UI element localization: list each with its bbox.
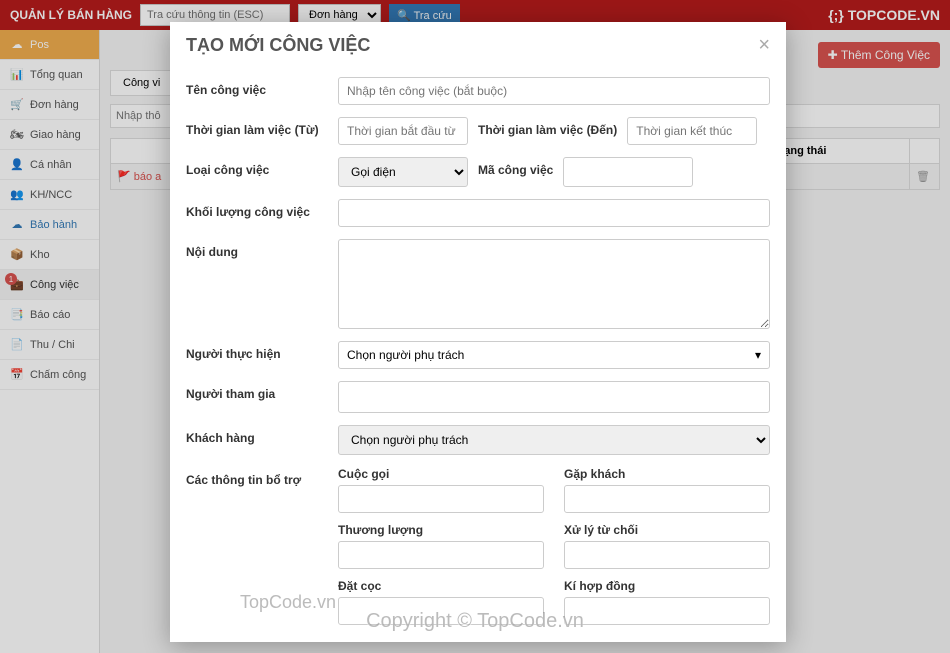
label-time-to: Thời gian làm việc (Đến) — [478, 117, 617, 145]
deposit-input[interactable] — [338, 597, 544, 625]
label-time-from: Thời gian làm việc (Từ) — [186, 117, 338, 137]
create-task-modal: TẠO MỚI CÔNG VIỆC × Tên công việc Thời g… — [170, 22, 786, 642]
time-from-input[interactable] — [338, 117, 468, 145]
content-textarea[interactable] — [338, 239, 770, 329]
participant-select[interactable] — [338, 381, 770, 413]
customer-select[interactable]: Chọn người phụ trách — [338, 425, 770, 455]
executor-select[interactable]: Chọn người phụ trách▾ — [338, 341, 770, 369]
task-code-input[interactable] — [563, 157, 693, 187]
label-type: Loại công việc — [186, 157, 338, 177]
call-input[interactable] — [338, 485, 544, 513]
label-workload: Khối lượng công việc — [186, 199, 338, 219]
label-support: Các thông tin bổ trợ — [186, 467, 338, 487]
contract-input[interactable] — [564, 597, 770, 625]
label-meet: Gặp khách — [564, 467, 770, 481]
task-type-select[interactable]: Gọi điện — [338, 157, 468, 187]
time-to-input[interactable] — [627, 117, 757, 145]
negotiate-input[interactable] — [338, 541, 544, 569]
reject-input[interactable] — [564, 541, 770, 569]
meet-input[interactable] — [564, 485, 770, 513]
chevron-down-icon: ▾ — [755, 348, 761, 362]
label-call: Cuộc gọi — [338, 467, 544, 481]
label-contract: Kí hợp đồng — [564, 579, 770, 593]
label-participant: Người tham gia — [186, 381, 338, 401]
label-negotiate: Thương lượng — [338, 523, 544, 537]
task-name-input[interactable] — [338, 77, 770, 105]
label-reject: Xử lý từ chối — [564, 523, 770, 537]
modal-title: TẠO MỚI CÔNG VIỆC — [186, 35, 370, 56]
label-executor: Người thực hiện — [186, 341, 338, 361]
label-content: Nội dung — [186, 239, 338, 259]
workload-input[interactable] — [338, 199, 770, 227]
label-deposit: Đặt cọc — [338, 579, 544, 593]
label-code: Mã công việc — [478, 157, 553, 187]
close-icon[interactable]: × — [758, 34, 770, 57]
label-name: Tên công việc — [186, 77, 338, 97]
label-customer: Khách hàng — [186, 425, 338, 445]
